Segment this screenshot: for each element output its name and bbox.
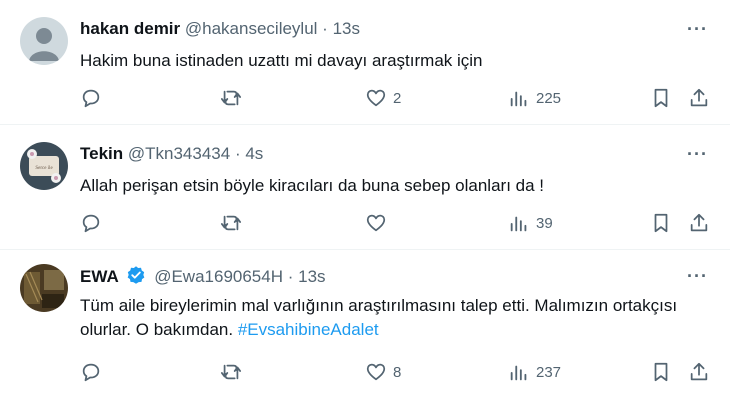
action-bar: 2 225 <box>80 86 720 110</box>
handle[interactable]: @Tkn343434 <box>128 144 230 163</box>
reply-button[interactable] <box>80 360 102 384</box>
flower-avatar-icon: Serce ile <box>20 142 68 190</box>
retweet-button[interactable] <box>220 360 242 384</box>
separator-dot: · <box>322 19 328 38</box>
hashtag-link[interactable]: #EvsahibineAdalet <box>238 320 379 339</box>
retweet-icon <box>220 90 242 106</box>
retweet-icon <box>220 364 242 380</box>
action-bar: 8 237 <box>80 360 720 384</box>
like-icon <box>366 89 386 107</box>
like-count: 2 <box>393 89 402 107</box>
avatar[interactable] <box>20 17 68 65</box>
more-icon[interactable]: ··· <box>687 20 708 38</box>
bookmark-icon <box>654 88 668 108</box>
like-icon <box>366 214 386 232</box>
view-count: 237 <box>536 363 562 381</box>
display-name[interactable]: hakan demir <box>80 19 180 38</box>
views-button[interactable]: 39 <box>508 211 553 235</box>
verified-icon <box>128 266 145 284</box>
like-button[interactable]: 2 <box>365 86 401 110</box>
separator-dot: · <box>234 144 241 163</box>
tweet-text: Hakim buna istinaden uzattı mi davayı ar… <box>80 51 483 70</box>
view-count: 225 <box>536 89 562 107</box>
bookmark-button[interactable] <box>650 211 672 235</box>
share-icon <box>690 88 708 107</box>
tweet-header: Tekin @Tkn343434 · 4s <box>80 143 263 165</box>
photo-avatar-icon <box>20 264 68 312</box>
reply-icon <box>82 214 100 233</box>
views-icon <box>510 216 527 232</box>
retweet-button[interactable] <box>220 211 242 235</box>
timestamp[interactable]: 4s <box>245 144 263 163</box>
views-button[interactable]: 225 <box>508 86 561 110</box>
view-count: 39 <box>536 214 553 232</box>
bookmark-button[interactable] <box>650 86 672 110</box>
views-icon <box>510 365 527 381</box>
bookmark-icon <box>654 362 668 382</box>
like-button[interactable]: 8 <box>365 360 401 384</box>
tweet-text: Allah perişan etsin böyle kiracıları da … <box>80 176 545 195</box>
share-button[interactable] <box>688 360 710 384</box>
reply-icon <box>82 89 100 108</box>
share-icon <box>690 213 708 232</box>
like-button[interactable] <box>365 211 393 235</box>
tweet[interactable]: Serce ile Tekin @Tkn343434 · 4s ··· Alla… <box>0 125 730 250</box>
reply-icon <box>82 363 100 382</box>
tweet[interactable]: EWA @Ewa1690654H · 13s ··· Tüm aile bire… <box>0 250 730 420</box>
more-icon[interactable]: ··· <box>687 267 708 285</box>
timestamp[interactable]: 13s <box>333 19 360 38</box>
display-name[interactable]: EWA <box>80 267 119 286</box>
share-button[interactable] <box>688 86 710 110</box>
views-icon <box>510 91 527 107</box>
share-button[interactable] <box>688 211 710 235</box>
views-button[interactable]: 237 <box>508 360 561 384</box>
tweet-header: hakan demir @hakansecileylul · 13s <box>80 18 360 40</box>
default-avatar-icon <box>20 17 68 65</box>
avatar[interactable] <box>20 264 68 312</box>
handle[interactable]: @hakansecileylul <box>185 19 318 38</box>
tweet-header: EWA @Ewa1690654H · 13s <box>80 265 326 288</box>
reply-button[interactable] <box>80 86 102 110</box>
reply-button[interactable] <box>80 211 102 235</box>
action-bar: 39 <box>80 211 720 235</box>
retweet-icon <box>220 215 242 231</box>
bookmark-icon <box>654 213 668 233</box>
bookmark-button[interactable] <box>650 360 672 384</box>
tweet-text: Tüm aile bireylerimin mal varlığının ara… <box>80 294 700 342</box>
timestamp[interactable]: 13s <box>298 267 325 286</box>
tweet[interactable]: hakan demir @hakansecileylul · 13s ··· H… <box>0 0 730 125</box>
like-count: 8 <box>393 363 402 381</box>
separator-dot: · <box>287 267 294 286</box>
display-name[interactable]: Tekin <box>80 144 123 163</box>
avatar[interactable]: Serce ile <box>20 142 68 190</box>
share-icon <box>690 362 708 381</box>
retweet-button[interactable] <box>220 86 242 110</box>
more-icon[interactable]: ··· <box>687 145 708 163</box>
svg-text:Serce ile: Serce ile <box>35 166 53 171</box>
handle[interactable]: @Ewa1690654H <box>154 267 283 286</box>
like-icon <box>366 363 386 381</box>
